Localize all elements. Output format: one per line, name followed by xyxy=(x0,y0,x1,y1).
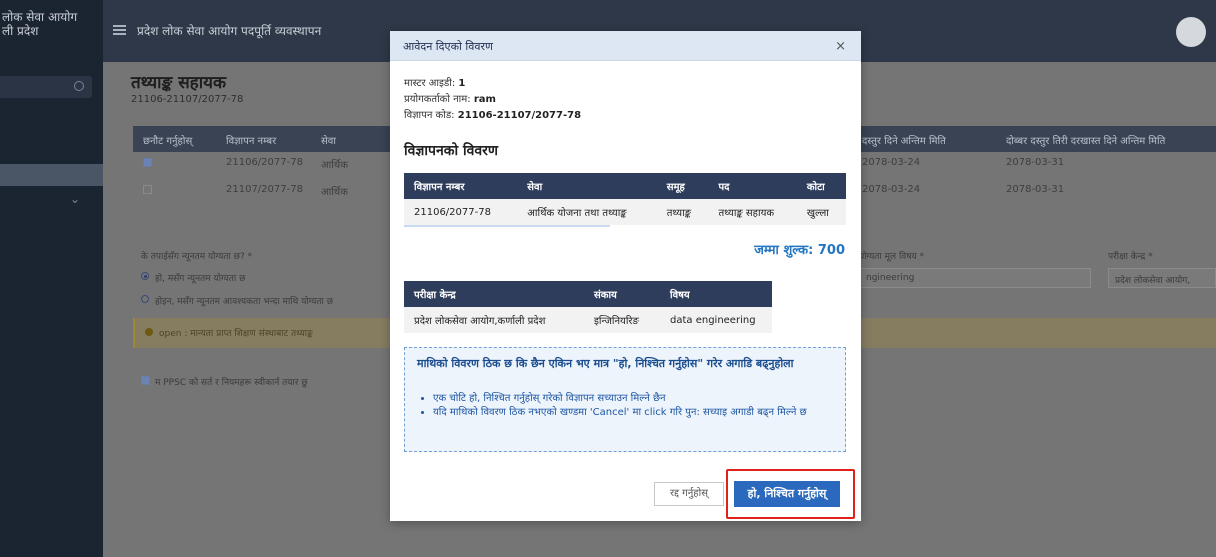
center-label: परीक्षा केन्द्र * xyxy=(1108,252,1153,262)
ad-group: तथ्याङ्क xyxy=(656,199,709,225)
code-line: विज्ञापन कोड: 21106-21107/2077-78 xyxy=(404,107,581,121)
scroll-indicator xyxy=(404,225,610,227)
notice-item: एक चोटि हो, निश्चित गर्नुहोस् गरेको विज्… xyxy=(433,392,838,405)
subject-field[interactable]: ngineering xyxy=(859,268,1091,288)
exam-center-table: परीक्षा केन्द्र संकाय विषय प्रदेश लोकसेव… xyxy=(404,281,772,333)
modal-header: आवेदन दिएको विवरण × xyxy=(390,31,861,61)
page-subtitle: 21106-21107/2077-78 xyxy=(131,94,244,105)
th-deadline: दस्तुर दिने अन्तिम मिति xyxy=(862,136,946,147)
row-service: आर्थिक xyxy=(321,160,348,171)
row-checkbox[interactable] xyxy=(143,185,152,194)
modal-title: आवेदन दिएको विवरण xyxy=(403,40,493,53)
radio-no[interactable] xyxy=(141,295,149,303)
row-double-deadline: 2078-03-31 xyxy=(1006,184,1065,195)
exam-th-faculty: संकाय xyxy=(584,281,660,307)
notice-item: यदि माथिको विवरण ठिक नभएको खण्डमा 'Cance… xyxy=(433,406,838,419)
user-line: प्रयोगकर्ताको नाम: ram xyxy=(404,91,496,105)
ad-th-post: पद xyxy=(708,173,797,199)
ad-quota: खुल्ला xyxy=(796,199,846,225)
radio-yes-label: हो, मसँग न्यूनतम योग्यता छ xyxy=(155,274,246,284)
radio-no-label: होइन, मसँग न्यूनतम आवश्यकता भन्दा माथि य… xyxy=(155,297,334,307)
th-service: सेवा xyxy=(321,136,336,147)
ad-details-table: विज्ञापन नम्बर सेवा समूह पद कोटा 21106/2… xyxy=(404,173,846,225)
warning-icon xyxy=(145,328,153,336)
code-label: विज्ञापन कोड: xyxy=(404,110,455,121)
chevron-down-icon[interactable]: ⌄ xyxy=(70,192,80,206)
table-row: 21106/2077-78 आर्थिक योजना तथा तथ्याङ्क … xyxy=(404,199,846,225)
ad-th-number: विज्ञापन नम्बर xyxy=(404,173,518,199)
master-id-label: मास्टर आइडी: xyxy=(404,78,456,89)
ad-number: 21106/2077-78 xyxy=(404,199,518,225)
row-number: 21106/2077-78 xyxy=(226,157,303,168)
sidebar-brand: लोक सेवा आयोग ली प्रदेश xyxy=(2,10,78,38)
exam-faculty: इन्जिनियरिङ xyxy=(584,307,660,333)
notice-list: एक चोटि हो, निश्चित गर्नुहोस् गरेको विज्… xyxy=(433,392,838,420)
code-value: 21106-21107/2077-78 xyxy=(457,110,582,121)
user-label: प्रयोगकर्ताको नाम: xyxy=(404,94,471,105)
exam-subject: data engineering xyxy=(660,307,772,333)
row-number: 21107/2077-78 xyxy=(226,184,303,195)
master-id-line: मास्टर आइडी: 1 xyxy=(404,75,465,89)
exam-table-header: परीक्षा केन्द्र संकाय विषय xyxy=(404,281,772,307)
user-value: ram xyxy=(473,94,496,105)
notice-heading: माथिको विवरण ठिक छ कि छैन एकिन भए मात्र … xyxy=(417,357,794,370)
row-deadline: 2078-03-24 xyxy=(862,157,921,168)
sidebar: लोक सेवा आयोग ली प्रदेश ⌄ xyxy=(0,0,103,557)
topbar-title: प्रदेश लोक सेवा आयोग पदपूर्ति व्यवस्थापन xyxy=(137,24,322,38)
confirm-highlight-box xyxy=(726,469,855,519)
row-service: आर्थिक xyxy=(321,187,348,198)
subject-field-value: ngineering xyxy=(866,273,915,283)
ad-th-service: सेवा xyxy=(517,173,657,199)
ad-post: तथ्याङ्क सहायक xyxy=(708,199,797,225)
warning-text: open : मान्यता प्राप्त शिक्षण संस्थाबाट … xyxy=(159,329,313,339)
search-icon xyxy=(74,81,84,91)
table-row: प्रदेश लोकसेवा आयोग,कर्णाली प्रदेश इन्जि… xyxy=(404,307,772,333)
sidebar-item-active[interactable] xyxy=(0,164,103,186)
subject-label: योग्यता मूल विषय * xyxy=(859,252,925,262)
ad-service: आर्थिक योजना तथा तथ्याङ्क xyxy=(517,199,657,225)
radio-yes[interactable] xyxy=(141,272,149,280)
avatar[interactable] xyxy=(1176,17,1206,47)
agree-label: म PPSC को सर्त र नियमहरू स्वीकार्न तयार … xyxy=(155,378,308,388)
cancel-button[interactable]: रद्द गर्नुहोस् xyxy=(654,482,724,506)
exam-th-subject: विषय xyxy=(660,281,772,307)
master-id-value: 1 xyxy=(458,78,466,89)
application-details-modal: आवेदन दिएको विवरण × मास्टर आइडी: 1 प्रयो… xyxy=(390,31,861,521)
ad-th-group: समूह xyxy=(656,173,709,199)
close-icon[interactable]: × xyxy=(835,39,846,54)
section-title: विज्ञापनको विवरण xyxy=(404,143,499,159)
center-field[interactable]: प्रदेश लोकसेवा आयोग, xyxy=(1108,268,1216,288)
ad-th-quota: कोटा xyxy=(796,173,846,199)
confirmation-notice: माथिको विवरण ठिक छ कि छैन एकिन भए मात्र … xyxy=(404,347,846,452)
th-double-deadline: दोब्बर दस्तुर तिरी दरखास्त दिने अन्तिम म… xyxy=(1006,136,1166,147)
agree-checkbox[interactable] xyxy=(141,376,150,385)
qualification-question: के तपाईसँग न्यूनतम योग्यता छ? * xyxy=(141,252,253,262)
exam-th-center: परीक्षा केन्द्र xyxy=(404,281,584,307)
th-select: छनौट गर्नुहोस् xyxy=(143,136,193,147)
row-double-deadline: 2078-03-31 xyxy=(1006,157,1065,168)
ad-table-header: विज्ञापन नम्बर सेवा समूह पद कोटा xyxy=(404,173,846,199)
center-field-value: प्रदेश लोकसेवा आयोग, xyxy=(1115,276,1191,286)
hamburger-icon[interactable] xyxy=(113,25,126,35)
total-fee: जम्मा शुल्क: 700 xyxy=(754,243,845,258)
th-ad-number: विज्ञापन नम्बर xyxy=(226,136,277,147)
page-title: तथ्याङ्क सहायक xyxy=(131,73,227,93)
row-deadline: 2078-03-24 xyxy=(862,184,921,195)
row-checkbox[interactable] xyxy=(143,158,152,167)
sidebar-search-input[interactable] xyxy=(0,76,92,98)
exam-center: प्रदेश लोकसेवा आयोग,कर्णाली प्रदेश xyxy=(404,307,584,333)
